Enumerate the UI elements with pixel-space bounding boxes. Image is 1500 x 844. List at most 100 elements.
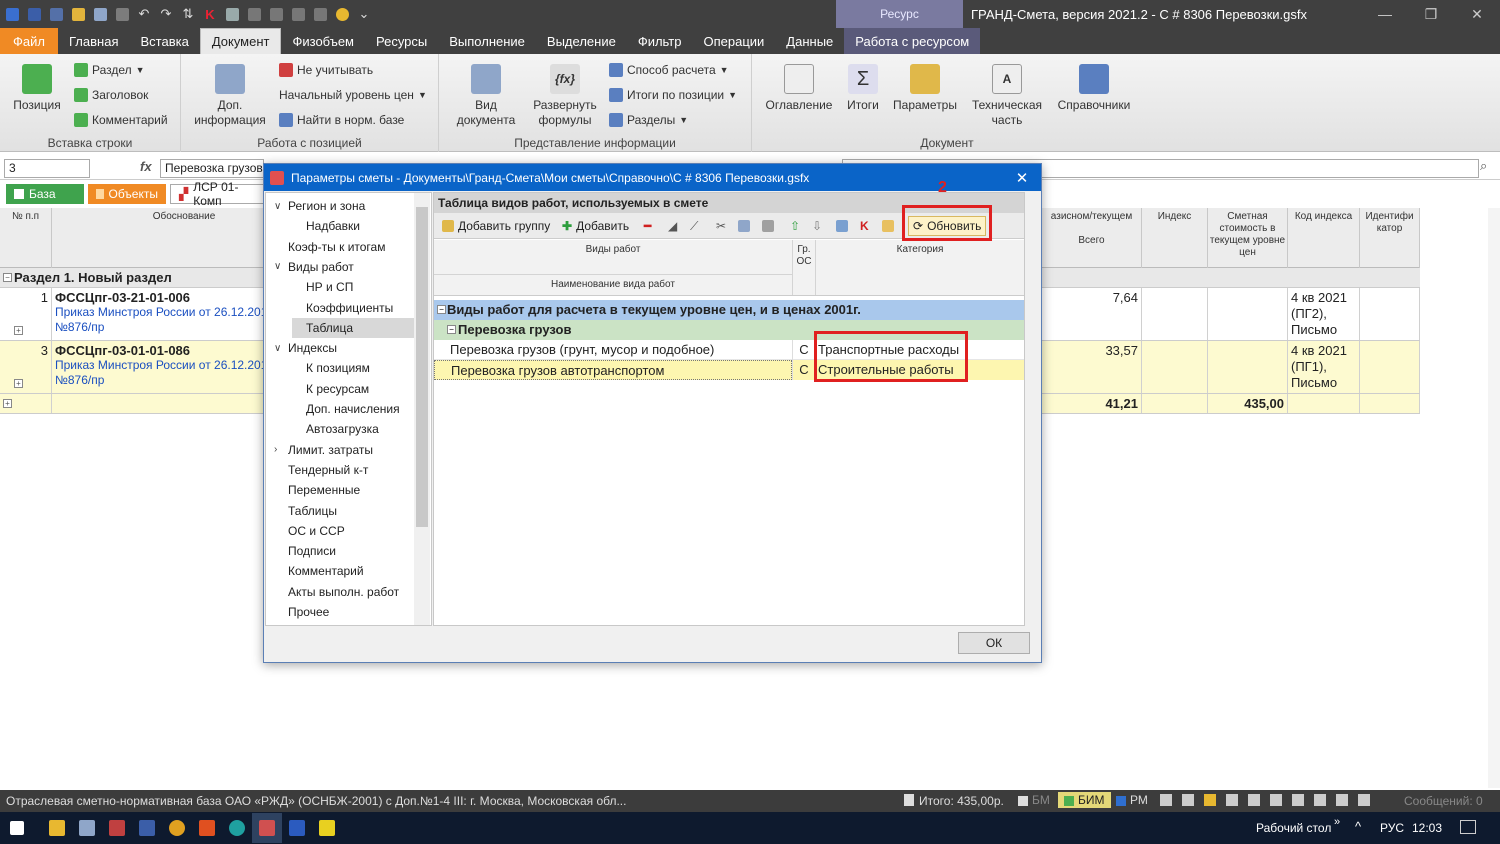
- paste-icon[interactable]: [112, 4, 132, 24]
- app-icon[interactable]: [102, 813, 132, 843]
- col-index[interactable]: Индекс: [1142, 208, 1208, 268]
- col-identifier[interactable]: Идентифи катор: [1360, 208, 1420, 268]
- header-work-name[interactable]: Наименование вида работ: [434, 274, 792, 290]
- close-icon[interactable]: ✕: [1009, 164, 1035, 191]
- doc-icon[interactable]: [1336, 794, 1348, 806]
- tree-item[interactable]: ∨ Индексы: [274, 338, 414, 358]
- reload-icon[interactable]: [836, 216, 848, 236]
- redo-icon[interactable]: ↷: [156, 4, 176, 24]
- tree-item[interactable]: ∨ Виды работ: [274, 257, 414, 277]
- caret-icon[interactable]: ›: [274, 444, 288, 455]
- windows-start-icon[interactable]: [2, 813, 32, 843]
- references-button[interactable]: Справочники: [1052, 64, 1136, 113]
- ok-button[interactable]: ОК: [958, 632, 1030, 654]
- grand-smeta-icon[interactable]: [252, 813, 282, 843]
- tree-item[interactable]: Доп. начисления: [292, 399, 414, 419]
- col-estimated-cost[interactable]: Сметная стоимость в текущем уровне цен: [1208, 208, 1288, 268]
- tree-item[interactable]: Таблицы: [274, 501, 414, 521]
- save-app-icon[interactable]: [132, 813, 162, 843]
- tree-item[interactable]: Коэффициенты: [292, 298, 414, 318]
- move-up-icon[interactable]: ⇧: [790, 216, 800, 236]
- doc-icon[interactable]: [1358, 794, 1370, 806]
- tree-item[interactable]: Подписи: [274, 541, 414, 561]
- additional-info-button[interactable]: Доп. информация: [191, 64, 269, 128]
- brave-icon[interactable]: [192, 813, 222, 843]
- comment-button[interactable]: Комментарий: [74, 113, 168, 127]
- caret-icon[interactable]: ∨: [274, 201, 288, 212]
- collapse-icon[interactable]: −: [3, 273, 12, 282]
- tree-item[interactable]: ∨ Регион и зона: [274, 196, 414, 216]
- tab-filter[interactable]: Фильтр: [627, 28, 693, 54]
- parameters-button[interactable]: Параметры: [890, 64, 960, 113]
- add-button[interactable]: ✚ Добавить: [562, 216, 629, 236]
- tab-volume[interactable]: Физобъем: [281, 28, 365, 54]
- tree-item[interactable]: Коэф-ты к итогам: [274, 237, 414, 257]
- save-as-icon[interactable]: [46, 4, 66, 24]
- copy-icon[interactable]: [738, 216, 750, 236]
- tab-insert[interactable]: Вставка: [129, 28, 199, 54]
- language-indicator[interactable]: РУС: [1380, 821, 1404, 835]
- app-logo-icon[interactable]: [2, 4, 22, 24]
- col-basis-current[interactable]: азисном/текущем Всего: [1042, 208, 1142, 268]
- tab-lsr[interactable]: ▞ ЛСР 01-Комп: [170, 180, 270, 208]
- wand-icon[interactable]: ⟋: [690, 216, 698, 236]
- doc-icon[interactable]: [1204, 794, 1216, 806]
- tree-item[interactable]: Надбавки: [292, 216, 414, 236]
- eraser-icon[interactable]: ◢: [668, 216, 677, 236]
- tree-item[interactable]: Автозагрузка: [292, 419, 414, 439]
- k-icon[interactable]: K: [860, 216, 869, 236]
- doc-icon[interactable]: [1314, 794, 1326, 806]
- expand-formulas-button[interactable]: {fx} Развернуть формулы: [527, 64, 603, 128]
- collapse-icon[interactable]: −: [447, 325, 456, 334]
- collapse-icon[interactable]: −: [437, 305, 446, 314]
- tree-item[interactable]: Комментарий: [274, 561, 414, 581]
- chevron-icon[interactable]: »: [1334, 816, 1340, 828]
- sheet-scrollbar[interactable]: [1488, 208, 1500, 788]
- find-in-base-button[interactable]: Найти в норм. базе: [279, 113, 404, 127]
- tab-objects[interactable]: Объекты: [88, 184, 166, 204]
- col-num[interactable]: № п.п: [0, 208, 52, 268]
- tree-item[interactable]: Прочее: [274, 602, 414, 622]
- tab-data[interactable]: Данные: [775, 28, 844, 54]
- totals-button[interactable]: Σ Итоги: [840, 64, 886, 113]
- tree-item[interactable]: › Лимит. затраты: [274, 440, 414, 460]
- tab-home[interactable]: Главная: [58, 28, 129, 54]
- ignore-button[interactable]: Не учитывать: [279, 63, 373, 77]
- copy-icon[interactable]: [90, 4, 110, 24]
- cut-icon[interactable]: ✂: [716, 216, 726, 236]
- group-row[interactable]: − Виды работ для расчета в текущем уровн…: [434, 300, 1024, 320]
- paste-icon[interactable]: [762, 216, 774, 236]
- tree-item[interactable]: К позициям: [292, 358, 414, 378]
- undo-icon[interactable]: ↶: [134, 4, 154, 24]
- heading-button[interactable]: Заголовок: [74, 88, 148, 102]
- notifications-icon[interactable]: [1460, 820, 1476, 834]
- restore-icon[interactable]: ❐: [1408, 0, 1454, 28]
- doc-icon[interactable]: [1226, 794, 1238, 806]
- expand-icon[interactable]: +: [14, 326, 23, 335]
- grid-icon[interactable]: [310, 4, 330, 24]
- section-button[interactable]: Раздел ▼: [74, 63, 145, 77]
- minimize-icon[interactable]: —: [1362, 0, 1408, 28]
- bm-toggle[interactable]: БМ: [1018, 793, 1050, 807]
- doc-icon[interactable]: [1292, 794, 1304, 806]
- bim-toggle[interactable]: БИМ: [1058, 792, 1111, 808]
- word-icon[interactable]: [282, 813, 312, 843]
- header-group-os[interactable]: Гр. ОС: [792, 240, 816, 295]
- import-icon[interactable]: [244, 4, 264, 24]
- tree-item[interactable]: Акты выполн. работ: [274, 582, 414, 602]
- tree-item[interactable]: Переменные: [274, 480, 414, 500]
- export-icon[interactable]: [266, 4, 286, 24]
- notepad-icon[interactable]: [72, 813, 102, 843]
- col-index-code[interactable]: Код индекса: [1288, 208, 1360, 268]
- search-icon[interactable]: ⌕: [1480, 158, 1498, 178]
- tab-base[interactable]: База: [6, 184, 84, 204]
- technical-part-button[interactable]: A Техническая часть: [966, 64, 1048, 128]
- coin-icon[interactable]: [332, 4, 352, 24]
- tray-up-icon[interactable]: ^: [1355, 819, 1361, 834]
- tab-document[interactable]: Документ: [199, 28, 282, 54]
- header-category[interactable]: Категория: [816, 244, 1024, 255]
- position-button[interactable]: Позиция: [8, 64, 66, 113]
- sections-button[interactable]: Разделы ▼: [609, 113, 688, 127]
- caret-icon[interactable]: ∨: [274, 261, 288, 272]
- edge-icon[interactable]: [222, 813, 252, 843]
